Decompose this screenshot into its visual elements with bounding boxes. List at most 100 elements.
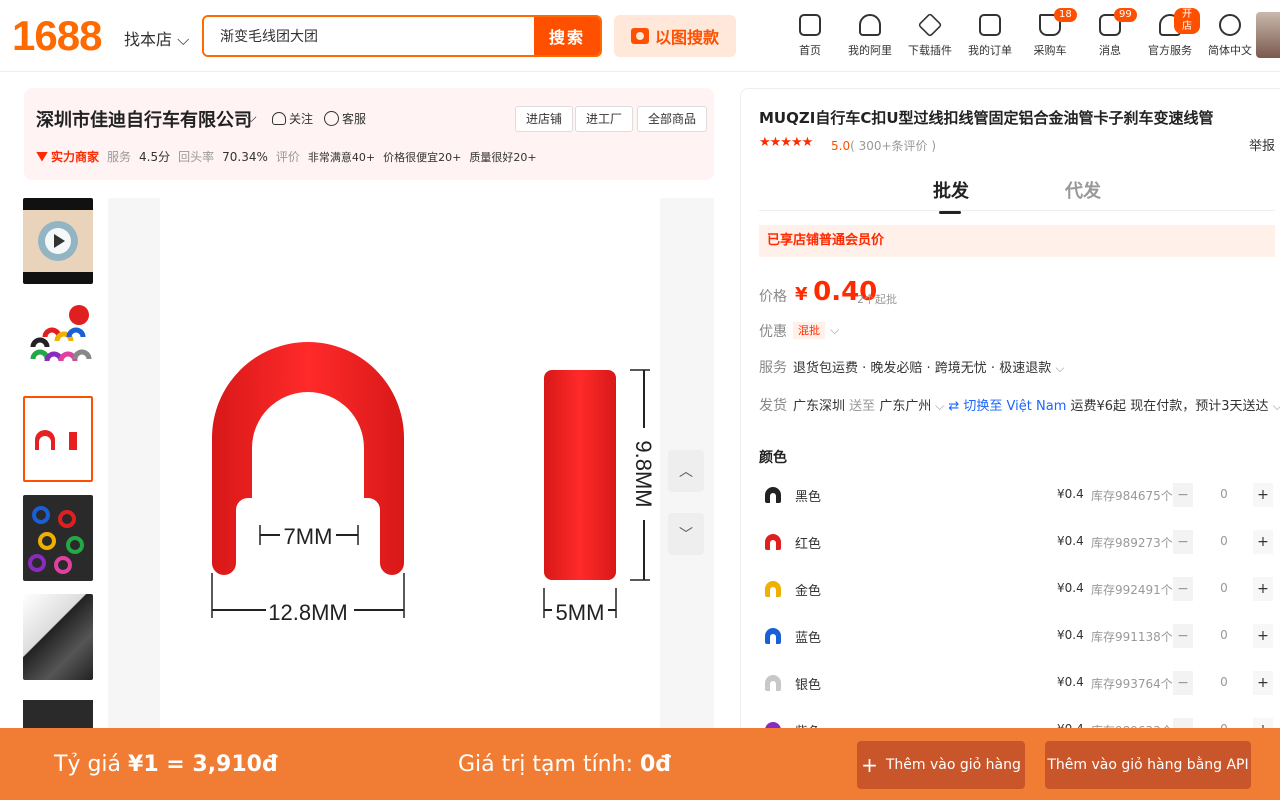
- exchange-rate-label: Tỷ giá: [54, 752, 122, 777]
- search-button[interactable]: 搜索: [534, 17, 600, 55]
- product-dimension-diagram: 7MM 12.8MM 9.8MM 5MM: [211, 342, 656, 625]
- colorful-rings-thumbnail: [28, 506, 84, 574]
- thumbnail-image[interactable]: [23, 495, 93, 581]
- nav-my-orders[interactable]: 我的订单: [960, 12, 1020, 58]
- all-products-button[interactable]: 全部商品: [637, 106, 708, 132]
- nav-download-plugin[interactable]: 下载插件: [900, 12, 960, 58]
- shop-card: 深圳市佳迪自行车有限公司 ⌵ 关注 客服 进店铺 进工厂 全部商品 实力商家 服…: [24, 88, 714, 180]
- decrease-button[interactable]: −: [1173, 671, 1193, 695]
- add-to-cart-label: Thêm vào giỏ hàng: [885, 757, 1021, 773]
- tab-dropship[interactable]: 代发: [1065, 177, 1101, 203]
- avatar[interactable]: [1256, 12, 1280, 58]
- rating[interactable]: 5.0( 300+条评价 ): [831, 137, 936, 154]
- site-logo[interactable]: 1688: [12, 12, 102, 60]
- shop-name[interactable]: 深圳市佳迪自行车有限公司: [36, 106, 252, 132]
- message-badge: 99: [1114, 8, 1137, 22]
- decrease-button[interactable]: −: [1173, 530, 1193, 554]
- color-clips-thumbnail: [30, 305, 92, 362]
- service-score-label: 服务: [107, 150, 132, 164]
- nav-my-ali[interactable]: 我的阿里: [840, 12, 900, 58]
- nav-label: 首页: [799, 44, 821, 57]
- search-input[interactable]: [204, 17, 534, 55]
- increase-button[interactable]: +: [1253, 530, 1273, 554]
- quantity-input[interactable]: 0: [1199, 581, 1249, 595]
- thumbnail-image[interactable]: [23, 297, 93, 383]
- thumbnail-image-selected[interactable]: [23, 396, 93, 482]
- add-to-cart-button[interactable]: + Thêm vào giỏ hàng: [857, 741, 1025, 789]
- quantity-input[interactable]: 0: [1199, 628, 1249, 642]
- star-rating-icon: ★★★★★: [759, 135, 813, 150]
- add-to-cart-api-button[interactable]: Thêm vào giỏ hàng bằng API: [1045, 741, 1251, 789]
- color-swatch-icon: [765, 675, 781, 691]
- service-dropdown[interactable]: 退货包运费 · 晚发必赔 · 跨境无忧 · 极速退款 ⌵: [793, 357, 1064, 376]
- decrease-button[interactable]: −: [1173, 577, 1193, 601]
- ship-from: 广东深圳: [793, 399, 846, 414]
- sku-row: 黑色 ¥0.4 库存984675个 − 0 +: [759, 481, 1275, 511]
- tab-wholesale[interactable]: 批发: [933, 177, 969, 214]
- store-switch-dropdown[interactable]: 找本店 ⌵: [124, 26, 189, 50]
- follow-button[interactable]: 关注: [272, 110, 313, 127]
- switch-country-link[interactable]: ⇄ 切换至 Việt Nam: [948, 399, 1066, 414]
- sku-stock: 库存993764个: [1091, 677, 1173, 691]
- ship-to: 广东广州: [879, 399, 932, 414]
- heart-icon: [272, 112, 286, 125]
- color-section-label: 颜色: [759, 450, 787, 466]
- sku-price: ¥0.4: [1057, 628, 1084, 642]
- image-next-button[interactable]: ﹀: [668, 513, 704, 555]
- decrease-button[interactable]: −: [1173, 624, 1193, 648]
- discount-label: 优惠: [759, 324, 787, 340]
- sku-stock: 库存991138个: [1091, 630, 1173, 644]
- increase-button[interactable]: +: [1253, 624, 1273, 648]
- chevron-down-icon: ﹀: [679, 527, 693, 543]
- image-prev-button[interactable]: ︿: [668, 450, 704, 492]
- report-link[interactable]: 举报: [1249, 135, 1275, 154]
- nav-official-service[interactable]: 开店 官方服务: [1140, 8, 1200, 58]
- decrease-button[interactable]: −: [1173, 483, 1193, 507]
- sku-stock: 库存992491个: [1091, 583, 1173, 597]
- thumbnail-image[interactable]: [23, 594, 93, 680]
- power-label: 实力商家: [51, 150, 100, 164]
- sku-row: 红色 ¥0.4 库存989273个 − 0 +: [759, 528, 1275, 558]
- bottom-action-bar: Tỷ giá ¥1 = 3,910đ Giá trị tạm tính: 0đ …: [0, 728, 1280, 800]
- plus-icon: +: [861, 753, 878, 777]
- color-swatch-icon: [765, 628, 781, 644]
- ship-to-dropdown[interactable]: 广东广州 ⌵: [879, 399, 944, 414]
- sku-name: 银色: [795, 678, 822, 693]
- chevron-down-icon[interactable]: ⌵: [246, 110, 257, 126]
- sku-price: ¥0.4: [1057, 487, 1084, 501]
- nav-messages[interactable]: 99 消息: [1080, 8, 1140, 58]
- enter-store-button[interactable]: 进店铺: [515, 106, 574, 132]
- dim-depth-label: 5MM: [556, 600, 605, 625]
- search-bar: 搜索: [202, 15, 602, 57]
- repurchase-label: 回头率: [178, 150, 215, 164]
- quantity-input[interactable]: 0: [1199, 675, 1249, 689]
- increase-button[interactable]: +: [1253, 577, 1273, 601]
- enter-factory-button[interactable]: 进工厂: [575, 106, 634, 132]
- main-product-image[interactable]: 7MM 12.8MM 9.8MM 5MM: [108, 198, 714, 728]
- quantity-input[interactable]: 0: [1199, 487, 1249, 501]
- review-tag: 价格很便宜20+: [383, 150, 462, 164]
- home-icon: [799, 14, 821, 36]
- color-swatch-icon: [765, 581, 781, 597]
- increase-button[interactable]: +: [1253, 671, 1273, 695]
- increase-button[interactable]: +: [1253, 483, 1273, 507]
- dim-width-label: 12.8MM: [268, 600, 347, 625]
- image-search-button[interactable]: 以图搜款: [614, 15, 736, 57]
- customer-service-button[interactable]: 客服: [324, 110, 366, 127]
- sku-row: 金色 ¥0.4 库存992491个 − 0 +: [759, 575, 1275, 605]
- mixed-batch-tag: 混批: [793, 322, 825, 339]
- exchange-rate-value: ¥1 = 3,910đ: [128, 752, 278, 777]
- sku-row: 蓝色 ¥0.4 库存991138个 − 0 +: [759, 622, 1275, 652]
- chevron-down-icon: ⌵: [1055, 361, 1065, 375]
- thumbnail-video[interactable]: [23, 198, 93, 284]
- discount-dropdown[interactable]: 混批 ⌵: [793, 319, 839, 339]
- quantity-input[interactable]: 0: [1199, 534, 1249, 548]
- chevron-down-icon[interactable]: ⌵: [1273, 399, 1280, 413]
- nav-home[interactable]: 首页: [780, 12, 840, 58]
- nav-label: 我的订单: [968, 44, 1012, 57]
- power-merchant-badge: 实力商家: [36, 148, 99, 165]
- customer-service-label: 客服: [342, 112, 367, 126]
- nav-cart[interactable]: 18 采购车: [1020, 8, 1080, 58]
- heart-shield-icon: [859, 14, 881, 36]
- nav-language[interactable]: 简体中文: [1200, 12, 1260, 58]
